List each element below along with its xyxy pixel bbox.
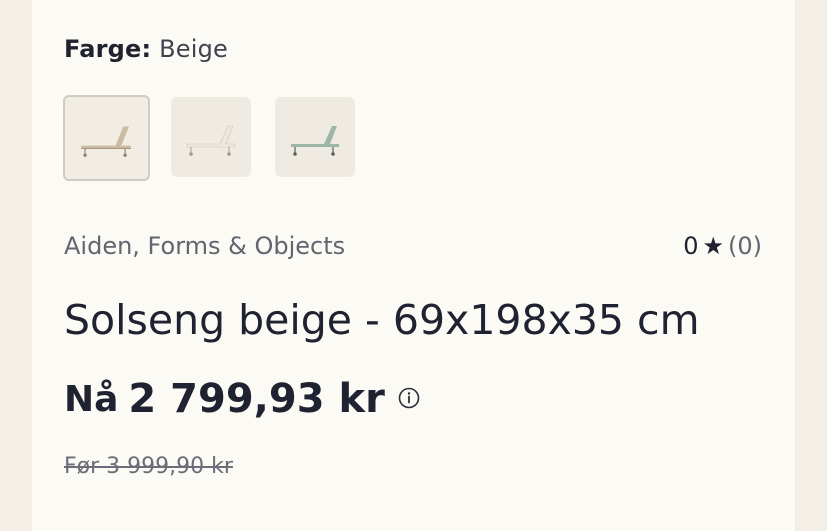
- price-prefix: Nå: [64, 378, 119, 420]
- color-swatch-white[interactable]: [171, 97, 251, 177]
- sunbed-beige-image: [81, 126, 131, 157]
- rating-value: 0: [683, 232, 699, 260]
- color-swatch-green[interactable]: [275, 97, 355, 177]
- review-count: (0): [728, 232, 762, 260]
- sunbed-green-image: [291, 126, 339, 156]
- product-title: Solseng beige - 69x198x35 cm: [64, 296, 700, 344]
- selected-color-value: Beige: [159, 35, 229, 63]
- brand-link[interactable]: Aiden, Forms & Objects: [64, 230, 345, 262]
- price-row: Nå 2 799,93 kr: [64, 373, 385, 425]
- sunbed-white-image: [186, 125, 236, 156]
- info-circle-icon[interactable]: [398, 387, 420, 409]
- current-price: 2 799,93 kr: [128, 376, 385, 422]
- rating-summary[interactable]: 0 ★ (0): [683, 230, 762, 262]
- color-swatch-beige[interactable]: [63, 95, 150, 181]
- product-card: Farge: Beige Aiden, Forms & Objects 0 ★ …: [32, 0, 795, 531]
- original-price: Før 3 999,90 kr: [64, 454, 233, 479]
- star-icon: ★: [702, 232, 724, 260]
- color-label: Farge:: [64, 35, 152, 63]
- color-selector-label: Farge: Beige: [64, 33, 228, 65]
